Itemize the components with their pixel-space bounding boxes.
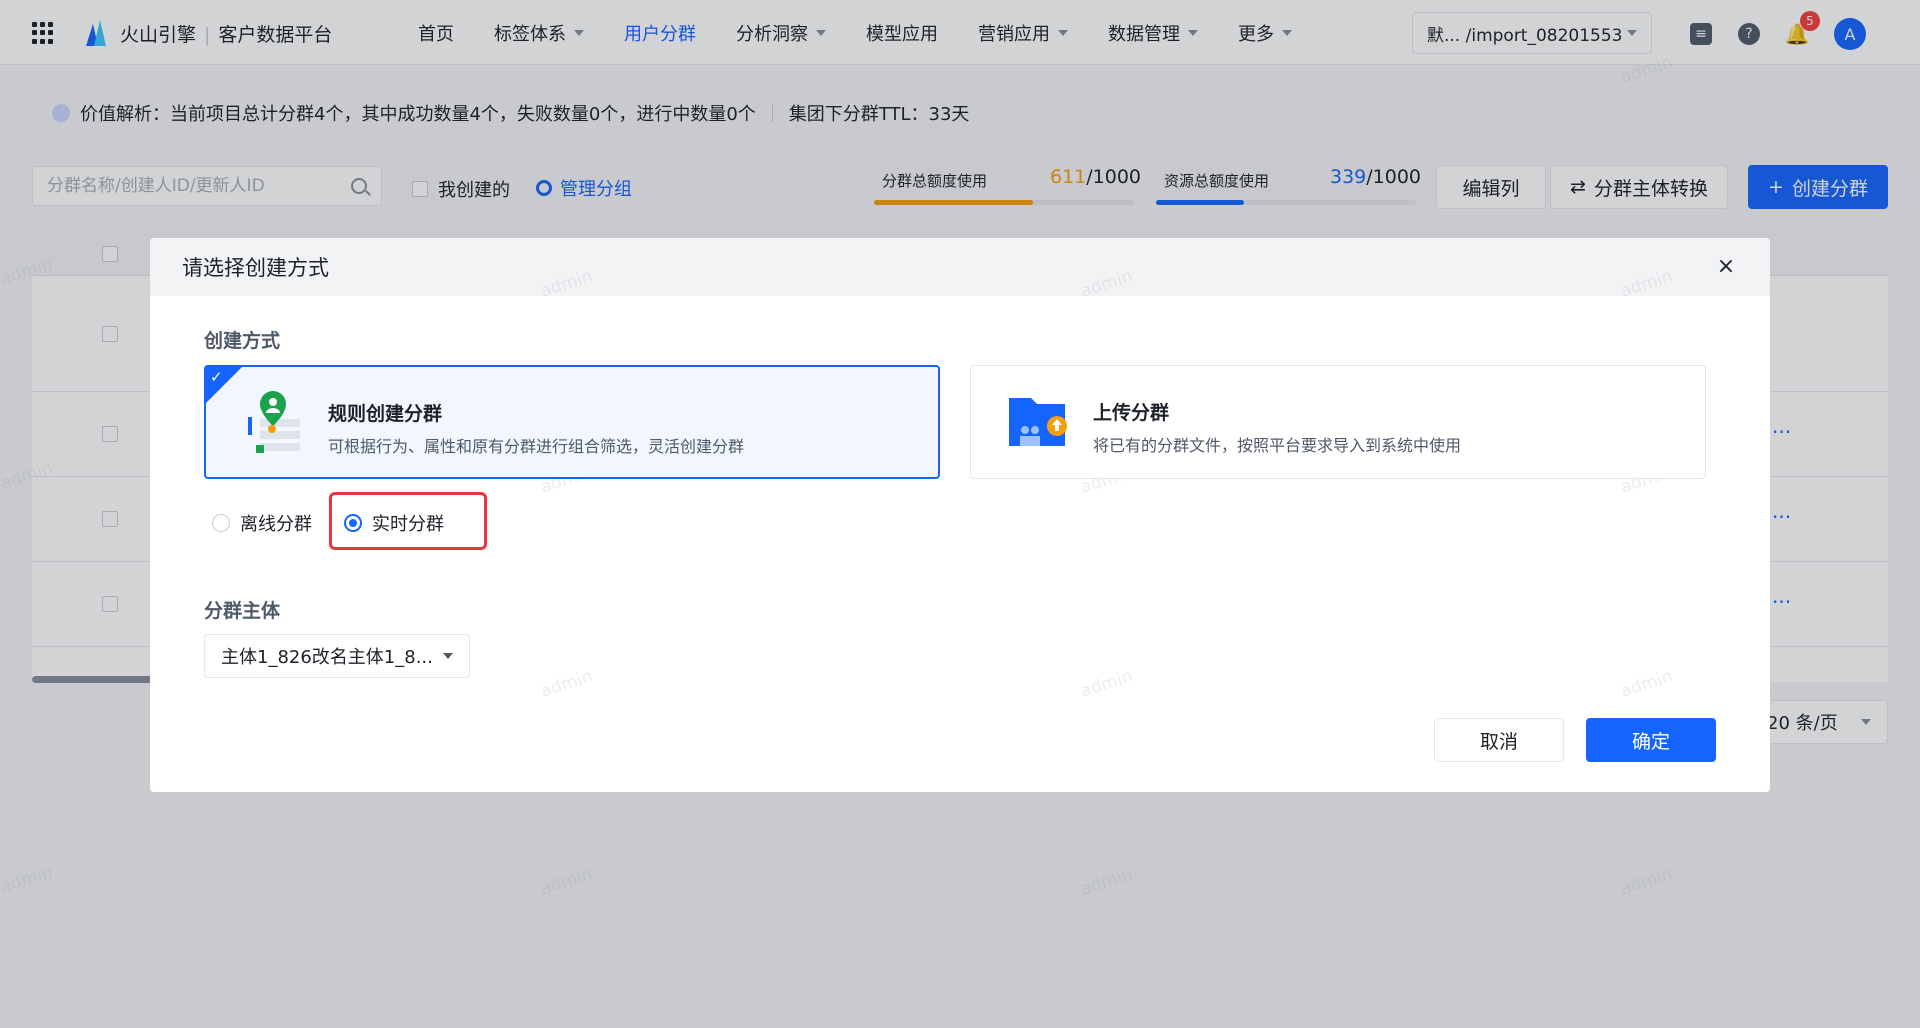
close-icon[interactable]: × xyxy=(1714,254,1738,279)
watermark: admin xyxy=(0,862,56,898)
watermark: admin xyxy=(0,254,56,290)
dialog-title: 请选择创建方式 xyxy=(182,256,329,280)
watermark: admin xyxy=(1618,666,1676,702)
watermark: admin xyxy=(1618,52,1676,88)
rule-create-card[interactable]: ✓ 规则创建分群 可根据行为、属性和原有分群进行组合筛选，灵活创建分群 xyxy=(204,365,940,479)
create-method-dialog: 请选择创建方式 × admin admin admin admin admin … xyxy=(150,238,1770,792)
radio-offline-label: 离线分群 xyxy=(240,514,312,535)
upload-segment-card[interactable]: 上传分群 将已有的分群文件，按照平台要求导入到系统中使用 xyxy=(970,365,1706,479)
check-icon: ✓ xyxy=(210,368,223,386)
creation-method-label: 创建方式 xyxy=(204,330,281,352)
watermark: admin xyxy=(1618,864,1676,900)
dialog-header: 请选择创建方式 × xyxy=(150,238,1770,296)
chevron-down-icon xyxy=(443,653,453,659)
subject-select[interactable]: 主体1_826改名主体1_8... xyxy=(204,634,470,678)
radio-offline-dot[interactable] xyxy=(212,514,230,532)
radio-offline[interactable]: 离线分群 xyxy=(212,510,312,536)
rule-segment-icon xyxy=(248,391,300,453)
folder-upload-icon xyxy=(1009,398,1067,446)
highlight-annotation xyxy=(329,492,487,550)
watermark: admin xyxy=(538,666,596,702)
upload-segment-description: 将已有的分群文件，按照平台要求导入到系统中使用 xyxy=(1093,436,1462,455)
watermark: admin xyxy=(1078,666,1136,702)
subject-select-value: 主体1_826改名主体1_8... xyxy=(221,647,433,668)
rule-create-description: 可根据行为、属性和原有分群进行组合筛选，灵活创建分群 xyxy=(328,437,745,456)
rule-create-title: 规则创建分群 xyxy=(328,403,443,425)
watermark: admin xyxy=(0,458,56,494)
confirm-button[interactable]: 确定 xyxy=(1586,718,1716,762)
upload-segment-title: 上传分群 xyxy=(1093,402,1170,424)
subject-label: 分群主体 xyxy=(204,600,281,622)
cancel-button[interactable]: 取消 xyxy=(1434,718,1564,762)
watermark: admin xyxy=(538,864,596,900)
watermark: admin xyxy=(1078,864,1136,900)
